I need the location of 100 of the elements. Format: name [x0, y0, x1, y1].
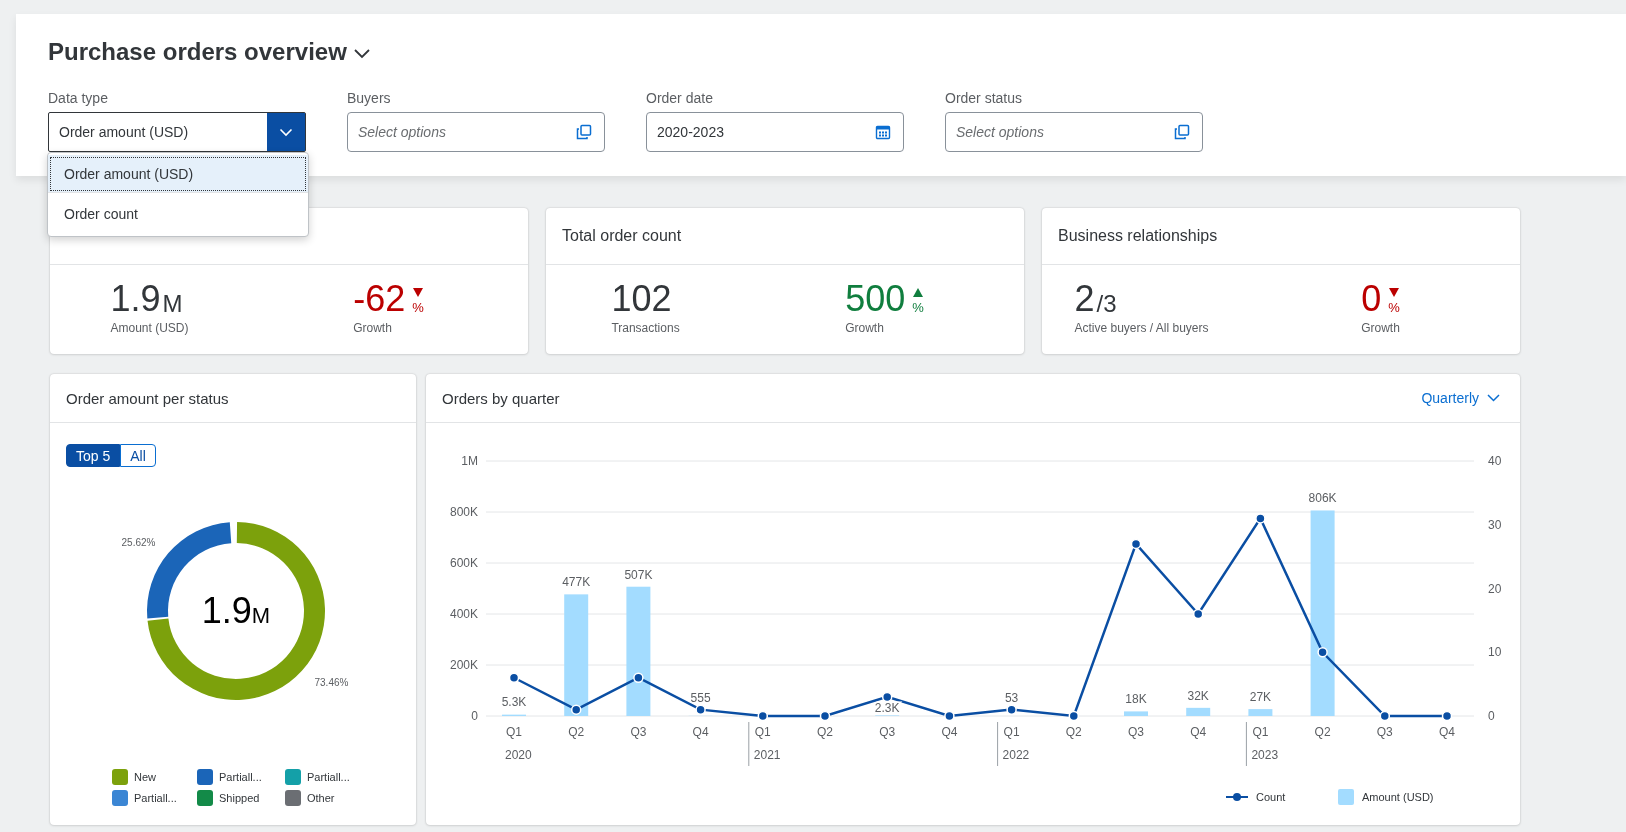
metric-caption: Growth [1361, 321, 1400, 335]
toggle-button[interactable]: Top 5 [66, 444, 121, 467]
y-tick-label: 40 [1488, 454, 1502, 468]
y-tick-label: 200K [449, 658, 478, 672]
field-value: 2020-2023 [657, 124, 724, 140]
dropdown-option[interactable]: Order amount (USD) [48, 155, 308, 193]
bar [1124, 711, 1148, 716]
calendar-icon[interactable] [875, 124, 891, 140]
line-legend-icon [1225, 793, 1249, 801]
metric-value: -62 [353, 279, 406, 319]
slice-label: 25.62% [121, 537, 156, 549]
x-tick-label: Q1 [754, 725, 771, 739]
metric-caption: Transactions [611, 321, 680, 335]
metric-caption: Growth [353, 321, 393, 335]
metric-value: 2 [1074, 279, 1095, 319]
down-triangle-icon [413, 288, 423, 297]
legend-label: Other [307, 792, 335, 804]
y-tick-label: 600K [449, 556, 478, 570]
line-point [695, 704, 706, 715]
metric-caption: Active buyers / All buyers [1074, 321, 1209, 335]
bar-value-label: 5.3K [501, 695, 527, 709]
x-tick-label: Q1 [1252, 725, 1269, 739]
x-tick-label: Q4 [1190, 725, 1207, 739]
x-tick-label: Q4 [1439, 725, 1455, 739]
line-point [1068, 710, 1080, 722]
multi-select-field[interactable]: Select options [945, 112, 1203, 152]
line-point [1255, 513, 1266, 524]
metric-value: 102 [611, 279, 672, 319]
toggle-button[interactable]: All [120, 444, 156, 467]
metric-unit: M [162, 289, 183, 319]
dropdown-option[interactable]: Order count [48, 193, 308, 234]
metric-caption: Amount (USD) [110, 321, 189, 335]
period-dropdown[interactable]: Quarterly [1421, 390, 1500, 406]
metric-unit: /3 [1096, 289, 1117, 319]
legend-label: Amount (USD) [1362, 791, 1434, 803]
x-tick-label: Q4 [692, 725, 709, 739]
filter-label: Data type [48, 90, 109, 106]
legend-label: Partiall... [219, 771, 262, 783]
y-tick-label: 10 [1488, 645, 1502, 660]
line-point [944, 710, 955, 722]
line-point [633, 672, 644, 683]
bar-value-label: 806K [1308, 491, 1337, 506]
value-help-icon[interactable] [576, 124, 592, 140]
bar [1186, 707, 1211, 716]
x-tick-label: Q3 [1376, 725, 1393, 739]
legend-label: New [134, 771, 156, 783]
year-label: 2020 [505, 748, 532, 762]
x-tick-label: Q2 [1314, 725, 1331, 739]
year-label: 2023 [1251, 748, 1279, 762]
line-point [1006, 704, 1017, 715]
year-label: 2021 [753, 748, 781, 762]
select-field[interactable]: Order amount (USD) [48, 112, 306, 152]
y-tick-label: 0 [1488, 709, 1495, 723]
card-title: Order amount per status [66, 389, 229, 407]
y-tick-label: 20 [1488, 581, 1502, 596]
value-help-icon[interactable] [1174, 124, 1190, 140]
bar [1248, 709, 1273, 716]
donut-total: 1.9M [200, 591, 272, 631]
legend-swatch [1338, 789, 1354, 805]
down-triangle-icon [1388, 288, 1399, 297]
chevron-down-icon[interactable] [352, 48, 371, 60]
line-point [1379, 710, 1391, 722]
bar-value-label: 477K [562, 575, 591, 590]
filter-label: Buyers [347, 90, 392, 106]
x-tick-label: Q2 [1065, 725, 1082, 739]
bar-value-label: 27K [1249, 690, 1272, 705]
metric-unit: % [412, 300, 424, 315]
legend-label: Count [1256, 791, 1286, 803]
page-title: Purchase orders overview [48, 38, 347, 66]
metric-value: 0 [1361, 279, 1382, 319]
up-triangle-icon [913, 288, 924, 297]
x-tick-label: Q4 [941, 725, 958, 739]
legend-label: Shipped [219, 792, 260, 804]
metric-value: 500 [845, 279, 906, 319]
x-tick-label: Q3 [879, 725, 896, 739]
legend-label: Partiall... [307, 771, 350, 783]
y-tick-label: 400K [449, 607, 478, 621]
line-point [881, 691, 893, 703]
field-value: Order amount (USD) [59, 124, 189, 140]
line-point [1317, 647, 1328, 658]
x-tick-label: Q2 [568, 725, 585, 739]
field-placeholder: Select options [956, 124, 1044, 140]
legend-label: Partiall... [134, 792, 177, 804]
line-point [1441, 710, 1453, 722]
x-tick-label: Q2 [817, 725, 833, 739]
multi-select-field[interactable]: Select options [347, 112, 605, 152]
slice-label: 73.46% [314, 677, 349, 689]
date-field[interactable]: 2020-2023 [646, 112, 904, 152]
card-title: Total order count [562, 227, 682, 245]
line-point [1130, 538, 1142, 550]
field-placeholder: Select options [358, 124, 446, 140]
dropdown-button[interactable] [267, 113, 305, 151]
x-tick-label: Q1 [506, 725, 522, 739]
bar-value-label: 507K [624, 567, 653, 582]
x-tick-label: Q3 [630, 725, 647, 739]
bar-value-label: 2.3K [874, 700, 900, 715]
y-tick-label: 1M [461, 454, 478, 468]
filter-label: Order status [945, 90, 1024, 106]
y-tick-label: 30 [1488, 517, 1502, 532]
x-tick-label: Q1 [1003, 725, 1020, 739]
